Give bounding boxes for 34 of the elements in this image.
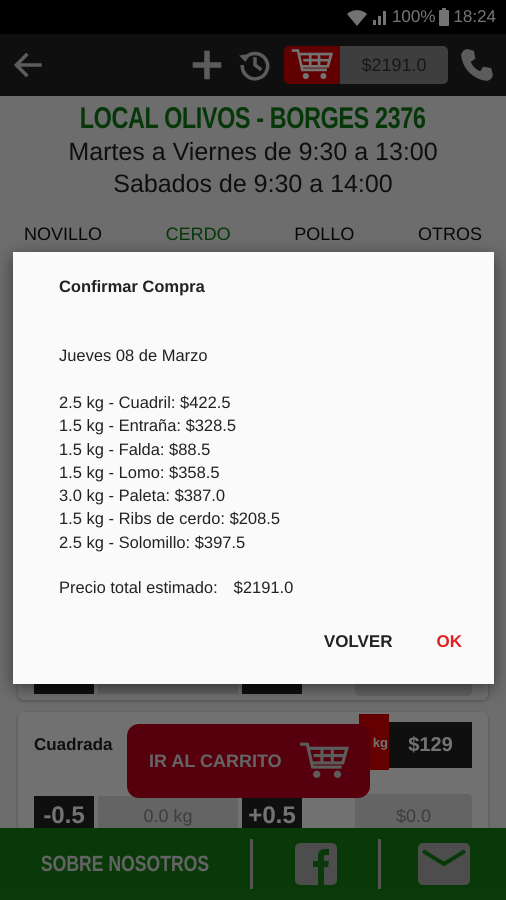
mail-icon[interactable] <box>418 843 470 885</box>
product-name: Cuadrada <box>34 735 114 755</box>
battery-level: 100% <box>392 7 436 27</box>
category-tab[interactable]: POLLO <box>294 224 354 245</box>
decrement-button[interactable]: -0.5 <box>34 796 94 828</box>
increment-button[interactable]: +0.5 <box>242 796 302 828</box>
category-tab[interactable]: NOVILLO <box>24 224 102 245</box>
order-item: 1.5 kg - Entraña: $328.5 <box>59 416 238 438</box>
dialog-title: Confirmar Compra <box>59 278 206 297</box>
order-item: 1.5 kg - Ribs de cerdo: $208.5 <box>59 509 282 530</box>
wifi-icon <box>346 8 368 26</box>
about-link[interactable]: SOBRE NOSOTROS <box>25 851 225 877</box>
signal-icon <box>372 9 388 25</box>
store-name: LOCAL OLIVOS - BORGES 2376 <box>80 102 426 136</box>
category-tab[interactable]: CERDO <box>166 224 231 245</box>
facebook-icon[interactable] <box>294 843 336 885</box>
order-item: 2.5 kg - Cuadril: $422.5 <box>59 393 232 414</box>
battery-icon <box>439 8 450 26</box>
order-item: 3.0 kg - Paleta: $387.0 <box>59 486 226 508</box>
category-tab[interactable]: OTROS <box>418 224 482 245</box>
order-item: 1.5 kg - Lomo: $358.5 <box>59 462 221 484</box>
back-button[interactable]: VOLVER <box>316 626 400 658</box>
order-item: 1.5 kg - Falda: $88.5 <box>59 440 212 461</box>
ok-button[interactable]: OK <box>428 626 470 658</box>
clock: 18:24 <box>453 7 496 27</box>
order-item: 2.5 kg - Solomillo: $397.5 <box>59 532 246 554</box>
go-to-cart-button[interactable]: IR AL CARRITO <box>127 724 370 798</box>
total-label: Precio total estimado: <box>59 579 218 598</box>
opening-hours: Sabados de 9:30 a 14:00 <box>113 169 393 200</box>
price-tag: $129 <box>389 722 472 768</box>
phone-icon[interactable] <box>458 46 496 84</box>
total-amount: $2191.0 <box>234 579 294 598</box>
order-date: Jueves 08 de Marzo <box>59 347 209 366</box>
opening-hours: Martes a Viernes de 9:30 a 13:00 <box>68 137 438 168</box>
